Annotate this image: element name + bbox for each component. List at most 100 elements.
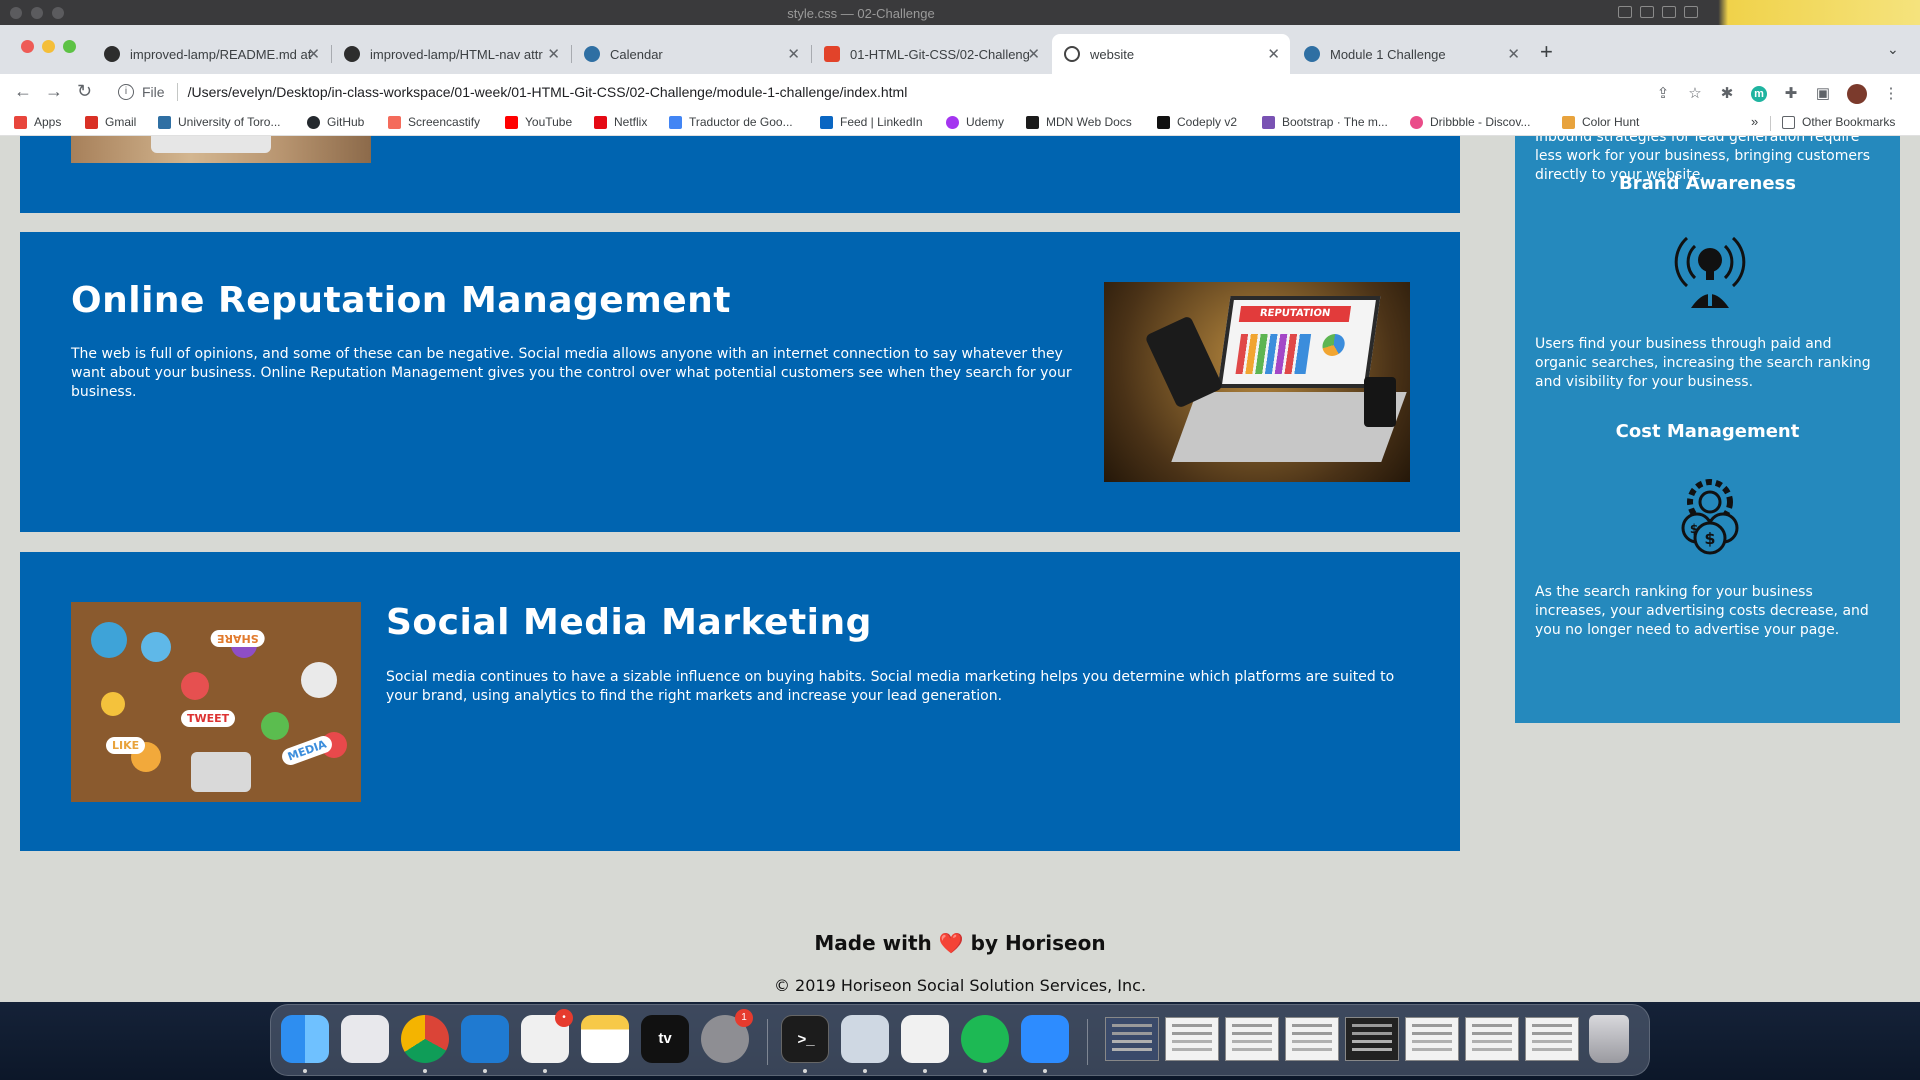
bookmark-bootstrap[interactable]: Bootstrap · The m... (1262, 115, 1388, 129)
tab-search-chevron-icon[interactable]: ⌄ (1887, 41, 1899, 58)
bookmark-university[interactable]: University of Toro... (158, 115, 280, 129)
chrome-menu-icon[interactable]: ⋮ (1883, 86, 1899, 102)
editor-layout-icons[interactable] (1618, 6, 1698, 18)
tab-calendar[interactable]: Calendar ✕ (572, 34, 810, 74)
profile-avatar[interactable] (1847, 84, 1867, 104)
copyright-text: © 2019 Horiseon Social Solution Services… (773, 976, 1147, 995)
back-button[interactable]: ← (14, 81, 32, 102)
bookmark-dribbble[interactable]: Dribbble - Discov... (1410, 115, 1530, 129)
bug-extension-icon[interactable]: ✱ (1719, 86, 1735, 102)
linkedin-icon (820, 115, 833, 129)
notes-icon[interactable] (581, 1015, 629, 1063)
close-window-button[interactable] (21, 40, 34, 53)
tab-gitlab-challenge[interactable]: 01-HTML-Git-CSS/02-Challeng ✕ (812, 34, 1050, 74)
minimized-window-thumbnail[interactable] (1525, 1017, 1579, 1061)
reload-button[interactable]: ↻ (77, 81, 92, 102)
section-body: The web is full of opinions, and some of… (71, 346, 1072, 400)
close-tab-icon[interactable]: ✕ (1267, 45, 1280, 63)
mdn-icon (1026, 115, 1039, 129)
apple-tv-icon[interactable]: tv (641, 1015, 689, 1063)
close-tab-icon[interactable]: ✕ (787, 45, 800, 63)
preview-icon[interactable] (841, 1015, 889, 1063)
spotify-icon[interactable] (961, 1015, 1009, 1063)
globe-icon (1064, 46, 1080, 62)
minimize-window-button[interactable] (42, 40, 55, 53)
slack-icon[interactable]: • (521, 1009, 573, 1063)
minimized-window-thumbnail[interactable] (1105, 1017, 1159, 1061)
side-panel-icon[interactable]: ▣ (1815, 86, 1831, 102)
section-body: Social media continues to have a sizable… (386, 669, 1395, 704)
system-preferences-icon[interactable]: 1 (701, 1009, 753, 1063)
minimized-window-thumbnail[interactable] (1345, 1017, 1399, 1061)
bookmark-gmail[interactable]: Gmail (85, 115, 136, 129)
window-controls (21, 40, 76, 53)
new-tab-button[interactable]: + (1540, 39, 1553, 65)
bookmark-color-hunt[interactable]: Color Hunt (1562, 115, 1639, 129)
tab-label: 01-HTML-Git-CSS/02-Challeng (850, 46, 1030, 62)
close-tab-icon[interactable]: ✕ (547, 45, 560, 63)
browser-toolbar: ← → ↻ i File /Users/evelyn/Desktop/in-cl… (0, 74, 1920, 111)
extension-m-icon[interactable]: m (1751, 86, 1767, 102)
bookmarks-overflow-button[interactable]: » (1751, 114, 1758, 129)
bookmark-linkedin[interactable]: Feed | LinkedIn (820, 115, 923, 129)
minimized-window-thumbnail[interactable] (1225, 1017, 1279, 1061)
address-bar[interactable]: i File /Users/evelyn/Desktop/in-class-wo… (108, 78, 1708, 106)
page-viewport[interactable]: Online Reputation Management The web is … (0, 136, 1920, 1002)
benefits-sidebar: Inbound strategies for lead generation r… (1515, 136, 1900, 723)
minimized-window-thumbnail[interactable] (1405, 1017, 1459, 1061)
tab-html-nav[interactable]: improved-lamp/HTML-nav attr ✕ (332, 34, 570, 74)
textedit-icon[interactable] (901, 1015, 949, 1063)
udemy-icon (946, 115, 959, 129)
zoom-window-button[interactable] (63, 40, 76, 53)
close-tab-icon[interactable]: ✕ (1027, 45, 1040, 63)
umbrella-icon (584, 46, 600, 62)
tab-module-1-challenge[interactable]: Module 1 Challenge ✕ (1292, 34, 1530, 74)
minimized-window-thumbnail[interactable] (1165, 1017, 1219, 1061)
bookmark-codeply[interactable]: Codeply v2 (1157, 115, 1237, 129)
share-icon[interactable]: ⇪ (1655, 86, 1671, 102)
bookmark-apps[interactable]: Apps (14, 115, 61, 129)
site-info-icon[interactable]: i (118, 84, 134, 100)
tab-website[interactable]: website ✕ (1052, 34, 1290, 74)
bookmark-star-icon[interactable]: ☆ (1687, 86, 1703, 102)
bookmark-screencastify[interactable]: Screencastify (388, 115, 480, 129)
zoom-icon[interactable] (1021, 1015, 1069, 1063)
bootstrap-icon (1262, 115, 1275, 129)
other-bookmarks[interactable]: Other Bookmarks (1782, 115, 1895, 129)
social-media-image: SHARE TWEET LIKE MEDIA (71, 602, 361, 802)
tab-readme[interactable]: improved-lamp/README.md at ✕ (92, 34, 330, 74)
bookmarks-bar: Apps Gmail University of Toro... GitHub … (0, 111, 1920, 136)
launchpad-icon[interactable] (341, 1015, 389, 1063)
finder-icon[interactable] (281, 1015, 329, 1063)
made-with-heading: Made with ❤️ by Horiseon (814, 931, 1106, 955)
codeply-icon (1157, 115, 1170, 129)
bookmark-netflix[interactable]: Netflix (594, 115, 647, 129)
share-word: SHARE (211, 630, 265, 647)
bookmark-google-translate[interactable]: Traductor de Goo... (669, 115, 793, 129)
tab-label: improved-lamp/HTML-nav attr (370, 46, 543, 62)
bookmark-udemy[interactable]: Udemy (946, 115, 1004, 129)
vscode-icon[interactable] (461, 1015, 509, 1063)
color-hunt-icon (1562, 115, 1575, 129)
section-title: Social Media Marketing (386, 602, 872, 643)
chrome-icon[interactable] (401, 1015, 449, 1063)
reputation-image: REPUTATION (1104, 282, 1410, 482)
extensions-puzzle-icon[interactable]: ✚ (1783, 86, 1799, 102)
trash-icon[interactable] (1589, 1015, 1629, 1063)
bookmark-mdn[interactable]: MDN Web Docs (1026, 115, 1132, 129)
folder-icon (1782, 115, 1795, 129)
reputation-banner-text: REPUTATION (1238, 306, 1352, 322)
forward-button[interactable]: → (45, 81, 63, 102)
close-tab-icon[interactable]: ✕ (1507, 45, 1520, 63)
url-text[interactable]: /Users/evelyn/Desktop/in-class-workspace… (188, 84, 908, 100)
previous-section-card (20, 136, 1460, 213)
minimized-window-thumbnail[interactable] (1285, 1017, 1339, 1061)
toolbar-icons: ⇪ ☆ ✱ m ✚ ▣ ⋮ (1655, 84, 1899, 104)
close-tab-icon[interactable]: ✕ (307, 45, 320, 63)
bookmark-youtube[interactable]: YouTube (505, 115, 572, 129)
bookmark-github[interactable]: GitHub (307, 115, 364, 129)
terminal-icon[interactable]: >_ (781, 1015, 829, 1063)
benefit-body: As the search ranking for your business … (1535, 584, 1869, 638)
umbrella-icon (1304, 46, 1320, 62)
minimized-window-thumbnail[interactable] (1465, 1017, 1519, 1061)
